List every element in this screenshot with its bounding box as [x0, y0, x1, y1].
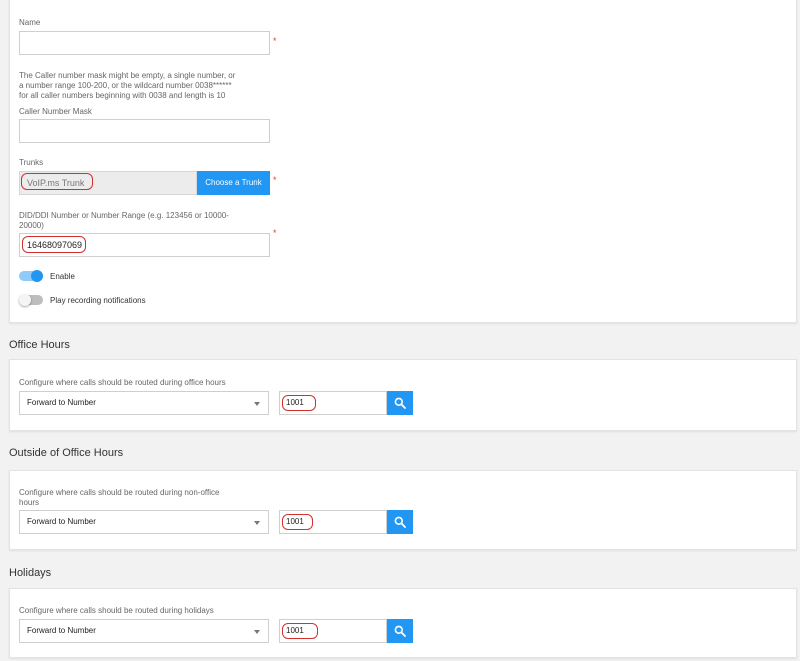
enable-label: Enable — [50, 272, 75, 281]
search-icon — [394, 397, 406, 409]
choose-trunk-button[interactable]: Choose a Trunk — [197, 171, 270, 195]
search-icon — [394, 625, 406, 637]
did-label-line-2: 20000) — [19, 221, 44, 230]
recording-label: Play recording notifications — [50, 296, 146, 305]
office-hours-search-button[interactable] — [387, 391, 413, 415]
outside-hours-route-select[interactable]: Forward to Number — [19, 510, 269, 534]
name-label: Name — [19, 18, 41, 27]
caller-mask-hint-line-2: a number range 100-200, or the wildcard … — [19, 81, 232, 90]
did-required-marker: * — [273, 228, 277, 238]
office-hours-route-select[interactable]: Forward to Number — [19, 391, 269, 415]
did-label-line-1: DID/DDI Number or Number Range (e.g. 123… — [19, 211, 229, 220]
outside-hours-hint-line-1: Configure where calls should be routed d… — [19, 488, 220, 497]
outside-hours-number-input[interactable]: 1001 — [279, 510, 387, 534]
outside-hours-search-button[interactable] — [387, 510, 413, 534]
caller-mask-hint: The Caller number mask might be empty, a… — [19, 71, 235, 101]
enable-toggle-knob — [31, 270, 43, 282]
caller-mask-label: Caller Number Mask — [19, 107, 92, 116]
holidays-route-value: Forward to Number — [27, 626, 96, 635]
enable-toggle[interactable] — [19, 270, 43, 282]
outside-hours-route-value: Forward to Number — [27, 517, 96, 526]
chevron-down-icon — [254, 402, 260, 406]
holidays-search-button[interactable] — [387, 619, 413, 643]
holidays-route-select[interactable]: Forward to Number — [19, 619, 269, 643]
did-input[interactable]: 16468097069 — [19, 233, 270, 257]
chevron-down-icon — [254, 521, 260, 525]
holidays-number-input[interactable]: 1001 — [279, 619, 387, 643]
recording-toggle-knob — [19, 294, 31, 306]
trunk-field[interactable]: VoIP.ms Trunk — [19, 171, 197, 195]
office-hours-hint: Configure where calls should be routed d… — [19, 378, 226, 387]
holidays-title: Holidays — [9, 567, 52, 579]
holidays-hint: Configure where calls should be routed d… — [19, 606, 214, 615]
did-label: DID/DDI Number or Number Range (e.g. 123… — [19, 211, 229, 231]
recording-toggle[interactable] — [19, 294, 43, 306]
caller-mask-hint-line-1: The Caller number mask might be empty, a… — [19, 71, 236, 80]
trunk-required-marker: * — [273, 175, 277, 185]
office-hours-title: Office Hours — [9, 339, 70, 351]
name-input[interactable] — [19, 31, 270, 55]
search-icon — [394, 516, 406, 528]
name-required-marker: * — [273, 36, 277, 46]
caller-mask-input[interactable] — [19, 119, 270, 143]
chevron-down-icon — [254, 630, 260, 634]
outside-hours-hint: Configure where calls should be routed d… — [19, 488, 219, 508]
office-hours-route-value: Forward to Number — [27, 398, 96, 407]
outside-hours-title: Outside of Office Hours — [9, 447, 124, 459]
outside-hours-hint-line-2: hours — [19, 498, 40, 507]
trunks-label: Trunks — [19, 158, 44, 167]
caller-mask-hint-line-3: for all caller numbers beginning with 00… — [19, 91, 226, 100]
office-hours-number-input[interactable]: 1001 — [279, 391, 387, 415]
